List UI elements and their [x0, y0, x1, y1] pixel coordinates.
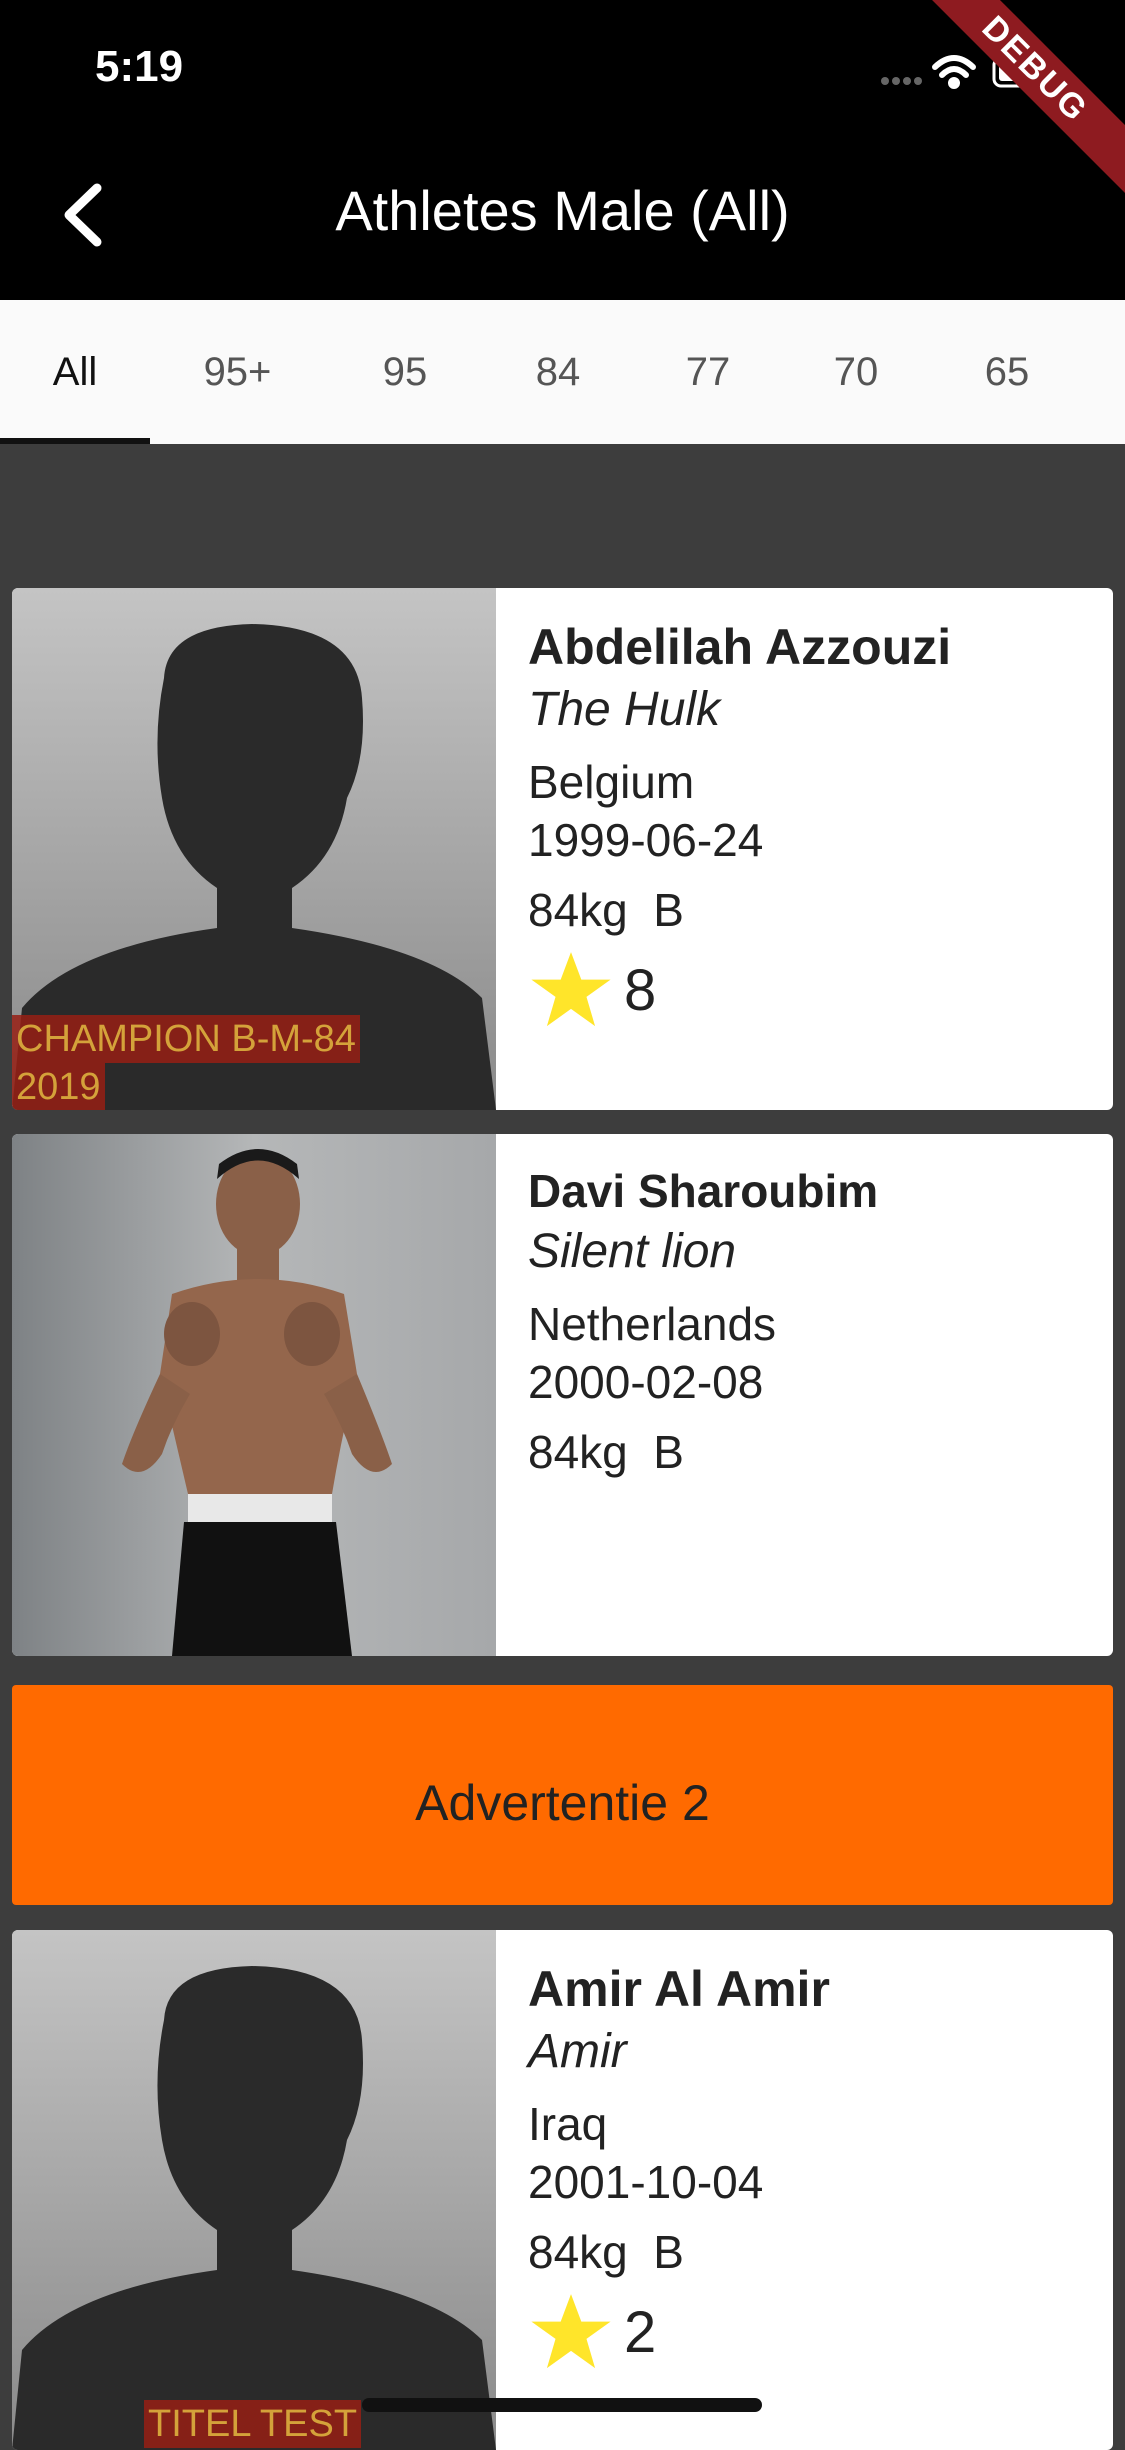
star-icon: [531, 952, 611, 1027]
athlete-name: Davi Sharoubim: [528, 1165, 879, 1217]
weight-class-tabs: All 95+ 95 84 77 70 65: [0, 300, 1125, 444]
tab-84[interactable]: 84: [508, 300, 608, 444]
tab-95-plus[interactable]: 95+: [180, 300, 295, 444]
athlete-nickname: Silent lion: [528, 1225, 737, 1278]
tab-70[interactable]: 70: [806, 300, 906, 444]
athlete-name: Amir Al Amir: [528, 1961, 830, 2017]
star-count: 8: [624, 957, 657, 1023]
athlete-card[interactable]: Davi Sharoubim Silent lion Netherlands 2…: [12, 1134, 1113, 1656]
athlete-rating: 2: [528, 2289, 1093, 2375]
star-icon: [531, 2294, 611, 2369]
title-badge-year: 2019: [12, 1063, 105, 1110]
title-badge: TITEL TEST: [144, 2400, 362, 2448]
athlete-name: Abdelilah Azzouzi: [528, 619, 952, 675]
title-badge: CHAMPION B-M-84: [12, 1015, 360, 1063]
athlete-photo-placeholder: CHAMPION B-M-84 2019: [12, 588, 496, 1110]
athlete-nickname: The Hulk: [528, 683, 721, 736]
status-time: 5:19: [95, 42, 184, 91]
athlete-weight-class: 84kg B: [528, 2226, 684, 2278]
boxer-figure: [122, 1149, 392, 1656]
page-title: Athletes Male (All): [335, 179, 790, 242]
star-count: 2: [624, 2299, 657, 2365]
tab-indicator: [0, 438, 150, 444]
athlete-birthdate: 1999-06-24: [528, 814, 764, 866]
athlete-photo-placeholder: TITEL TEST: [12, 1930, 496, 2450]
tab-77[interactable]: 77: [658, 300, 758, 444]
athlete-weight-class: 84kg B: [528, 1426, 684, 1478]
person-silhouette-icon: [12, 1966, 496, 2450]
home-indicator[interactable]: [362, 2398, 762, 2412]
athlete-photo: [12, 1134, 496, 1656]
debug-banner: DEBUG: [904, 0, 1125, 200]
app-header: 5:19 DEBUG Athletes Male (All): [0, 0, 1125, 300]
athlete-country: Netherlands: [528, 1298, 777, 1350]
athlete-card[interactable]: CHAMPION B-M-84 2019 Abdelilah Azzouzi T…: [12, 588, 1113, 1110]
tab-all[interactable]: All: [0, 300, 150, 444]
athlete-country: Belgium: [528, 756, 695, 808]
athlete-birthdate: 2000-02-08: [528, 1356, 764, 1408]
athlete-nickname: Amir: [528, 2025, 627, 2078]
athlete-card[interactable]: TITEL TEST Amir Al Amir Amir Iraq 2001-1…: [12, 1930, 1113, 2450]
tab-65[interactable]: 65: [957, 300, 1057, 444]
advertisement-banner[interactable]: Advertentie 2: [12, 1685, 1113, 1905]
athlete-country: Iraq: [528, 2098, 608, 2150]
signal-icon: [881, 77, 922, 85]
athlete-birthdate: 2001-10-04: [528, 2156, 764, 2208]
wifi-icon: [932, 55, 976, 89]
athlete-weight-class: 84kg B: [528, 884, 684, 936]
athlete-rating: 8: [528, 947, 1093, 1033]
tab-95[interactable]: 95: [355, 300, 455, 444]
